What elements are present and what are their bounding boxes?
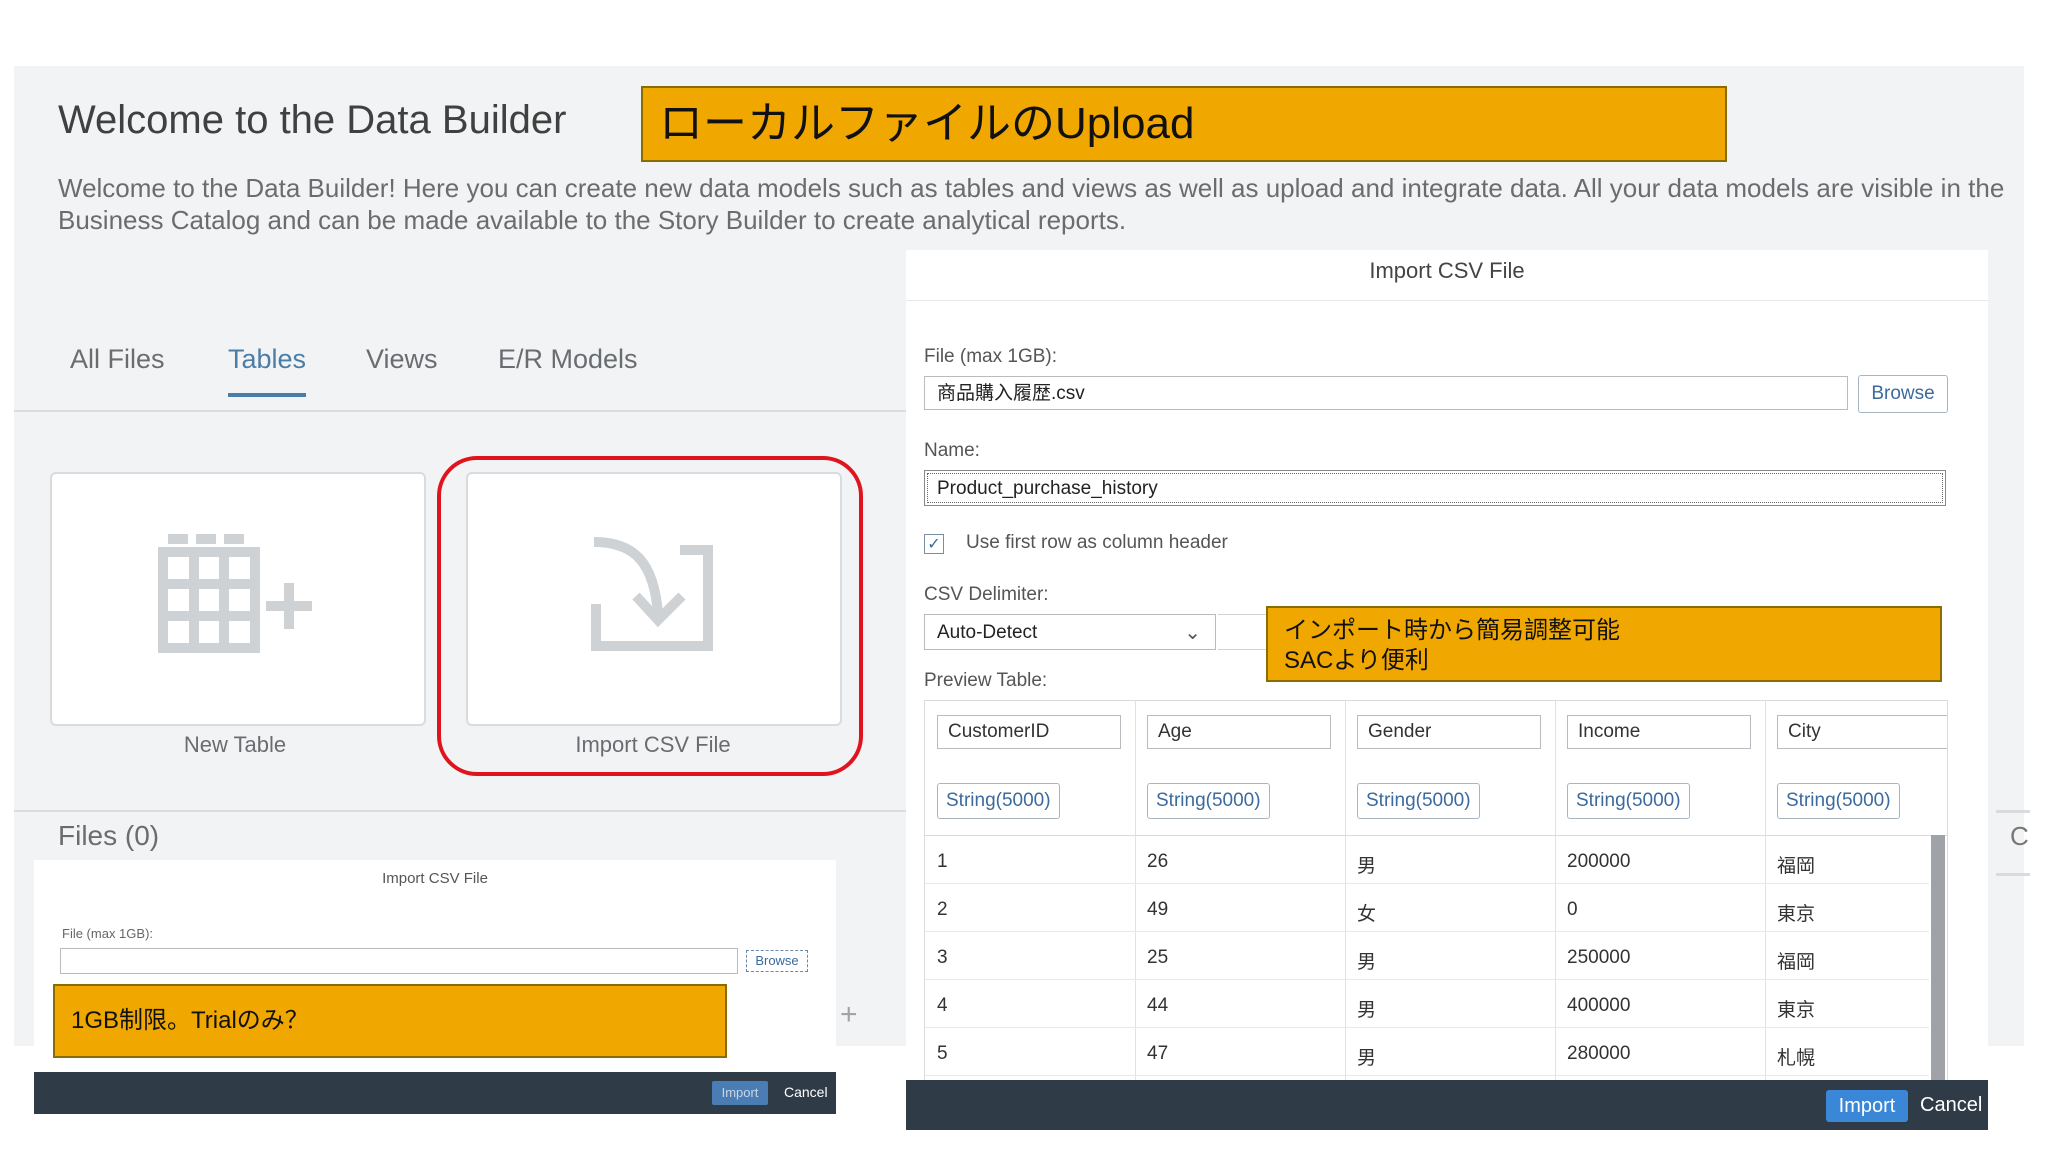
column-name-input[interactable]: CustomerID [937,715,1121,749]
tab-all-files[interactable]: All Files [70,344,165,393]
column-type-button[interactable]: String(5000) [1357,783,1480,819]
column-header-label: Use first row as column header [966,532,1228,553]
dialog-header: Import CSV File [906,250,1988,301]
column-type-button[interactable]: String(5000) [1567,783,1690,819]
row-divider [925,931,1929,932]
column-gender: Gender String(5000) [1345,701,1556,1091]
annotation-local-upload: ローカルファイルのUpload [641,86,1727,162]
column-type-button[interactable]: String(5000) [1147,783,1270,819]
table-cell: 47 [1147,1043,1169,1064]
small-dialog-footer: Import Cancel [34,1072,836,1114]
table-cell: 札幌 [1777,1048,1816,1069]
annotation-1gb-limit: 1GB制限。Trialのみ？ [53,984,727,1058]
small-browse-button[interactable]: Browse [746,950,808,972]
annotation-line-1: インポート時から簡易調整可能 [1284,617,1620,644]
name-label: Name: [924,440,980,461]
preview-label: Preview Table: [924,670,1048,691]
column-name-input[interactable]: Income [1567,715,1751,749]
small-dialog-title: Import CSV File [382,870,488,887]
table-cell: 福岡 [1777,952,1816,973]
column-type-button[interactable]: String(5000) [1777,783,1900,819]
right-partial-control: C [1996,810,2030,876]
table-cell: 3 [937,947,948,968]
table-cell: 男 [1357,856,1377,877]
row-divider [925,1075,1929,1076]
column-name-input[interactable]: Age [1147,715,1331,749]
small-file-input[interactable] [60,948,738,974]
table-cell: 東京 [1777,904,1816,925]
table-cell: 26 [1147,851,1169,872]
delimiter-value: Auto-Detect [937,622,1038,643]
table-cell: 5 [937,1043,948,1064]
right-partial-glyph: C [2010,821,2029,851]
table-cell: 4 [937,995,948,1016]
table-cell: 男 [1357,952,1377,973]
browse-button[interactable]: Browse [1858,375,1948,413]
move-cursor-icon: + [840,998,858,1031]
table-scrollbar[interactable] [1931,835,1945,1091]
dialog-footer: Import Cancel [906,1080,1988,1130]
name-input[interactable]: Product_purchase_history [924,470,1946,506]
column-name-input[interactable]: City [1777,715,1947,749]
delimiter-extra-field [1218,614,1268,650]
table-cell: 東京 [1777,1000,1816,1021]
table-cell: 25 [1147,947,1169,968]
table-cell: 0 [1567,899,1578,920]
column-income: Income String(5000) [1555,701,1766,1091]
table-cell: 福岡 [1777,856,1816,877]
page-description: Welcome to the Data Builder! Here you ca… [58,173,2005,235]
table-cell: 2 [937,899,948,920]
table-cell: 男 [1357,1000,1377,1021]
delimiter-label: CSV Delimiter: [924,584,1049,605]
table-cell: 200000 [1567,851,1631,872]
tab-er-models[interactable]: E/R Models [498,344,638,393]
delimiter-select[interactable]: Auto-Detect ⌄ [924,614,1216,650]
row-divider [925,979,1929,980]
page-title: Welcome to the Data Builder [58,98,567,142]
tab-views[interactable]: Views [366,344,438,393]
import-button[interactable]: Import [1826,1090,1908,1122]
table-cell: 280000 [1567,1043,1631,1064]
table-cell: 400000 [1567,995,1631,1016]
table-plus-icon [158,534,312,653]
highlight-ring [437,456,863,776]
table-cell: 男 [1357,1048,1377,1069]
preview-table: CustomerID String(5000) Age String(5000)… [924,700,1948,1092]
column-city: City String(5000) [1765,701,1947,1091]
dialog-title: Import CSV File [1369,258,1525,283]
tab-bar: All Files Tables Views E/R Models [14,336,934,412]
table-cell: 女 [1357,904,1377,925]
row-divider [925,883,1929,884]
table-cell: 1 [937,851,948,872]
header-separator [925,835,1947,836]
new-table-label: New Table [183,732,287,757]
annotation-easy-adjust: インポート時から簡易調整可能 SACより便利 [1266,606,1942,682]
new-table-tile[interactable] [50,472,426,726]
column-customerid: CustomerID String(5000) [925,701,1136,1091]
small-import-button[interactable]: Import [712,1081,768,1105]
table-cell: 44 [1147,995,1169,1016]
import-csv-dialog: Import CSV File File (max 1GB): 商品購入履歴.c… [906,250,1988,1130]
small-file-label: File (max 1GB): [62,926,154,941]
chevron-down-icon: ⌄ [1184,622,1201,644]
tab-tables[interactable]: Tables [228,344,307,397]
small-cancel-button[interactable]: Cancel [784,1084,828,1100]
column-age: Age String(5000) [1135,701,1346,1091]
file-input[interactable]: 商品購入履歴.csv [924,376,1848,410]
file-label: File (max 1GB): [924,346,1058,367]
column-type-button[interactable]: String(5000) [937,783,1060,819]
annotation-line-2: SACより便利 [1284,647,1429,674]
column-header-checkbox[interactable]: ✓ [924,534,944,554]
table-cell: 49 [1147,899,1169,920]
table-cell: 250000 [1567,947,1631,968]
column-name-input[interactable]: Gender [1357,715,1541,749]
files-count: Files (0) [58,820,160,851]
row-divider [925,1027,1929,1028]
cancel-button[interactable]: Cancel [1920,1094,1982,1117]
